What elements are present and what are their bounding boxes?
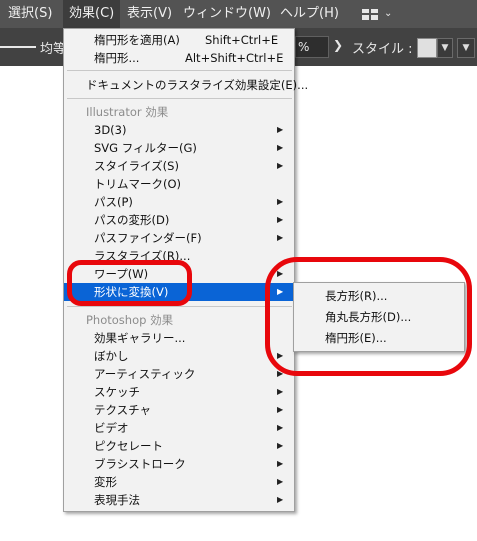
menu-item-video[interactable]: ビデオ ▶: [64, 419, 294, 437]
menu-item-texture[interactable]: テクスチャ ▶: [64, 401, 294, 419]
menu-item-label: ぼかし: [94, 349, 129, 363]
menu-view[interactable]: 表示(V): [127, 0, 172, 28]
annotation-highlight-convert-shape: [67, 260, 192, 306]
menu-divider: [67, 98, 292, 99]
submenu-arrow-icon: ▶: [277, 441, 284, 450]
annotation-highlight-submenu: [265, 257, 472, 376]
style-swatch[interactable]: [417, 38, 437, 58]
menu-item-label: テクスチャ: [94, 403, 152, 417]
menu-item-3d[interactable]: 3D(3) ▶: [64, 121, 294, 139]
menu-item-label: ドキュメントのラスタライズ効果設定(E)...: [86, 78, 309, 92]
menu-item-label: 3D(3): [94, 123, 127, 137]
chevron-down-icon[interactable]: ⌄: [384, 8, 392, 19]
menu-item-label: トリムマーク(O): [94, 177, 182, 191]
menu-item-distort[interactable]: 変形 ▶: [64, 473, 294, 491]
menu-item-artistic[interactable]: アーティスティック ▶: [64, 365, 294, 383]
menu-item-stylize[interactable]: スタイライズ(S) ▶: [64, 157, 294, 175]
menu-item-label: 表現手法: [94, 493, 140, 507]
menu-divider: [67, 306, 292, 307]
submenu-arrow-icon: ▶: [277, 161, 284, 170]
menubar: 選択(S) 効果(C) 表示(V) ウィンドウ(W) ヘルプ(H) ⌄: [0, 0, 477, 28]
menu-item-label: 楕円形を適用(A): [94, 33, 180, 47]
illustrator-effects-header: Illustrator 効果: [64, 103, 294, 121]
menu-divider: [67, 70, 292, 71]
style-dropdown-icon[interactable]: ▼: [437, 38, 453, 58]
menu-item-pathfinder[interactable]: パスファインダー(F) ▶: [64, 229, 294, 247]
menu-item-label: アーティスティック: [94, 367, 196, 381]
submenu-arrow-icon: ▶: [277, 423, 284, 432]
menu-item-label: スケッチ: [94, 385, 140, 399]
menu-item-label: 楕円形...: [94, 51, 140, 65]
submenu-arrow-icon: ▶: [277, 143, 284, 152]
submenu-arrow-icon: ▶: [277, 197, 284, 206]
opacity-field[interactable]: %: [295, 36, 329, 58]
menu-item-label: ブラシストローク: [94, 457, 186, 471]
menu-item-blur[interactable]: ぼかし ▶: [64, 347, 294, 365]
section-header-label: Illustrator 効果: [86, 105, 169, 119]
menu-item-stylize-ps[interactable]: 表現手法 ▶: [64, 491, 294, 509]
submenu-arrow-icon: ▶: [277, 495, 284, 504]
menu-item-label: SVG フィルター(G): [94, 141, 197, 155]
workspace-grid-icon[interactable]: [362, 9, 378, 20]
menu-help[interactable]: ヘルプ(H): [280, 0, 339, 28]
menu-item-apply-last-effect[interactable]: 楕円形を適用(A) Shift+Ctrl+E: [64, 31, 294, 49]
menu-item-raster-settings[interactable]: ドキュメントのラスタライズ効果設定(E)...: [64, 76, 308, 94]
menu-item-label: ピクセレート: [94, 439, 163, 453]
menu-item-sketch[interactable]: スケッチ ▶: [64, 383, 294, 401]
menu-effect[interactable]: 効果(C): [63, 0, 120, 28]
submenu-arrow-icon: ▶: [277, 125, 284, 134]
menu-item-label: パス(P): [94, 195, 133, 209]
menu-item-effect-gallery[interactable]: 効果ギャラリー...: [64, 329, 294, 347]
menu-item-pixelate[interactable]: ピクセレート ▶: [64, 437, 294, 455]
menu-item-svg-filter[interactable]: SVG フィルター(G) ▶: [64, 139, 294, 157]
photoshop-effects-header: Photoshop 効果: [64, 311, 294, 329]
menu-item-path[interactable]: パス(P) ▶: [64, 193, 294, 211]
submenu-arrow-icon: ▶: [277, 477, 284, 486]
menu-item-trim-marks[interactable]: トリムマーク(O): [64, 175, 294, 193]
submenu-arrow-icon: ▶: [277, 405, 284, 414]
options-dropdown-icon[interactable]: ▼: [457, 38, 475, 58]
menu-item-shortcut: Shift+Ctrl+E: [205, 33, 279, 47]
menu-item-label: 効果ギャラリー...: [94, 331, 186, 345]
menu-item-label: パスの変形(D): [94, 213, 170, 227]
menu-window[interactable]: ウィンドウ(W): [183, 0, 271, 28]
section-header-label: Photoshop 効果: [86, 313, 174, 327]
menu-item-label: ビデオ: [94, 421, 129, 435]
opacity-arrow-icon[interactable]: ❯: [333, 38, 343, 52]
menu-item-brush-strokes[interactable]: ブラシストローク ▶: [64, 455, 294, 473]
stroke-profile-preview[interactable]: [0, 46, 36, 48]
submenu-arrow-icon: ▶: [277, 215, 284, 224]
submenu-arrow-icon: ▶: [277, 233, 284, 242]
submenu-arrow-icon: ▶: [277, 459, 284, 468]
menu-item-label: スタイライズ(S): [94, 159, 179, 173]
menu-select[interactable]: 選択(S): [8, 0, 52, 28]
style-label: スタイル :: [352, 42, 413, 57]
menu-item-shortcut: Alt+Shift+Ctrl+E: [185, 51, 284, 65]
menu-item-last-effect[interactable]: 楕円形... Alt+Shift+Ctrl+E: [64, 49, 294, 67]
menu-item-distort-transform[interactable]: パスの変形(D) ▶: [64, 211, 294, 229]
submenu-arrow-icon: ▶: [277, 387, 284, 396]
menu-item-label: パスファインダー(F): [94, 231, 202, 245]
menu-item-label: 変形: [94, 475, 117, 489]
